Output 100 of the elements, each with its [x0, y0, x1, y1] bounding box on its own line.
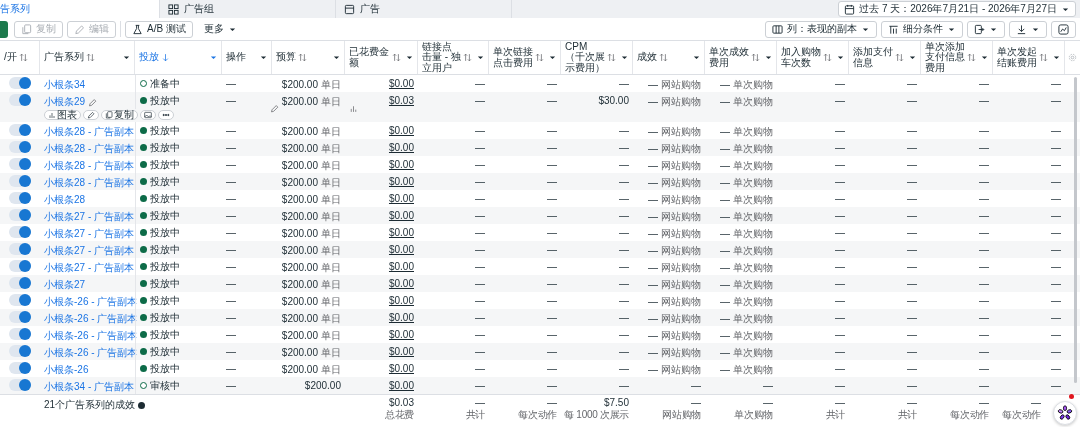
amount-spent[interactable]: $0.00 — [388, 210, 414, 221]
amount-spent[interactable]: $0.00 — [388, 125, 414, 136]
caret-icon[interactable] — [764, 53, 773, 62]
table-row[interactable]: 小根条34 - 广告副本 审核中 — $200.00 $0.00 — — — — — — — — — — [0, 377, 1080, 394]
create-button[interactable] — [0, 20, 8, 38]
toggle-switch[interactable] — [9, 345, 31, 357]
sort-icon[interactable] — [607, 53, 616, 62]
sort-icon[interactable] — [895, 53, 904, 62]
bar-chart-icon[interactable] — [349, 104, 358, 113]
campaign-name-link[interactable]: 小根条-26 — [44, 363, 89, 377]
toolbar-button[interactable]: 细分条件 — [881, 20, 963, 38]
caret-icon[interactable] — [122, 53, 131, 62]
column-header[interactable]: 预算 — [272, 41, 345, 74]
toggle-switch[interactable] — [9, 209, 31, 221]
column-header[interactable]: 单次成效费用 — [705, 41, 777, 74]
amount-spent[interactable]: $0.00 — [388, 278, 414, 289]
toggle-switch[interactable] — [9, 124, 31, 136]
row-action-button[interactable] — [83, 110, 99, 120]
toggle-switch[interactable] — [9, 243, 31, 255]
amount-spent[interactable]: $0.00 — [388, 295, 414, 306]
table-row[interactable]: 小根条29 图表 复制 投放中 — $200.00 单日 $0.03 — — $30.00 — 网站购物 — 单次购物 — — — — — [0, 92, 1080, 122]
toggle-switch[interactable] — [9, 77, 31, 89]
column-header[interactable]: CPM（千次展示费用） — [561, 41, 633, 74]
amount-spent[interactable]: $0.00 — [388, 380, 414, 391]
toggle-switch[interactable] — [9, 94, 31, 106]
toggle-switch[interactable] — [9, 294, 31, 306]
tab[interactable]: 广告 — [336, 0, 512, 18]
campaign-name-link[interactable]: 小根条28 — [44, 193, 86, 207]
campaign-name-link[interactable]: 小根条27 - 广告副本 — [44, 244, 134, 258]
amount-spent[interactable]: $0.00 — [388, 329, 414, 340]
caret-icon[interactable] — [259, 53, 268, 62]
amount-spent[interactable]: $0.00 — [388, 261, 414, 272]
column-header[interactable]: 操作 — [222, 41, 272, 74]
sort-icon[interactable] — [535, 53, 544, 62]
toggle-switch[interactable] — [9, 328, 31, 340]
amount-spent[interactable]: $0.00 — [388, 176, 414, 187]
sort-icon[interactable] — [86, 53, 95, 62]
caret-icon[interactable] — [548, 53, 557, 62]
column-header[interactable]: 添加支付信息 — [849, 41, 921, 74]
row-action-button[interactable]: 图表 — [44, 110, 81, 120]
info-icon[interactable] — [138, 401, 146, 409]
sort-icon[interactable] — [463, 53, 472, 62]
toggle-switch[interactable] — [9, 379, 31, 391]
table-row[interactable]: 小根条28 - 广告副本 投放中 — $200.00 单日 $0.00 — — — — 网站购物 — 单次购物 — — — — — [0, 139, 1080, 156]
amount-spent[interactable]: $0.00 — [388, 193, 414, 204]
campaign-name-link[interactable]: 小根条28 - 广告副本 — [44, 142, 134, 156]
toggle-switch[interactable] — [9, 158, 31, 170]
column-header[interactable]: 已花费金额 — [345, 41, 418, 74]
campaign-name-link[interactable]: 小根条27 - 广告副本 — [44, 261, 134, 275]
date-range-button[interactable]: 过去 7 天：2026年7月21日 - 2026年7月27日 — [838, 1, 1076, 17]
sort-icon[interactable] — [18, 53, 28, 62]
column-header[interactable]: 单次添加支付信息费用 — [921, 41, 993, 74]
amount-spent[interactable]: $0.03 — [388, 95, 414, 106]
pencil-icon[interactable] — [269, 104, 279, 113]
toolbar-button[interactable] — [1051, 20, 1076, 38]
column-header[interactable]: /开 — [0, 41, 40, 74]
sort-icon[interactable] — [659, 53, 668, 62]
table-row[interactable]: 小根条28 - 广告副本 投放中 — $200.00 单日 $0.00 — — — — 网站购物 — 单次购物 — — — — — [0, 173, 1080, 190]
campaign-name-link[interactable]: 小根条29 — [44, 95, 86, 109]
tab[interactable]: 广告组 — [160, 0, 336, 18]
sort-icon[interactable] — [392, 53, 401, 62]
sort-icon[interactable] — [751, 53, 760, 62]
caret-icon[interactable] — [980, 53, 989, 62]
toolbar-button[interactable]: A/B 测试 — [125, 20, 193, 38]
campaign-name-link[interactable]: 小根条34 — [44, 78, 86, 92]
column-header[interactable]: 成效 — [633, 41, 705, 74]
caret-icon[interactable] — [476, 53, 485, 62]
caret-icon[interactable] — [1052, 53, 1061, 62]
toolbar-button[interactable]: 列：表现的副本 — [765, 20, 877, 38]
column-header[interactable]: 投放 — [135, 41, 222, 74]
caret-icon[interactable] — [836, 53, 845, 62]
column-header[interactable]: 单次链接点击费用 — [489, 41, 561, 74]
amount-spent[interactable]: $0.00 — [388, 346, 414, 357]
toggle-switch[interactable] — [9, 141, 31, 153]
toggle-switch[interactable] — [9, 260, 31, 272]
sort-icon[interactable] — [298, 53, 307, 62]
assistant-button[interactable] — [1053, 401, 1077, 425]
toggle-switch[interactable] — [9, 311, 31, 323]
column-header[interactable]: 单次发起结账费用 — [993, 41, 1065, 74]
amount-spent[interactable]: $0.00 — [388, 312, 414, 323]
caret-icon[interactable] — [332, 53, 341, 62]
campaign-name-link[interactable]: 小根条27 - 广告副本 — [44, 210, 134, 224]
toggle-switch[interactable] — [9, 226, 31, 238]
amount-spent[interactable]: $0.00 — [388, 363, 414, 374]
caret-icon[interactable] — [692, 53, 701, 62]
campaign-name-link[interactable]: 小根条28 - 广告副本 — [44, 159, 134, 173]
sort-icon[interactable] — [823, 53, 832, 62]
row-action-button[interactable]: 复制 — [101, 110, 138, 120]
arrow-down-icon[interactable] — [161, 53, 170, 62]
column-header[interactable]: 加入购物车次数 — [777, 41, 849, 74]
table-row[interactable]: 小根条27 投放中 — $200.00 单日 $0.00 — — — — 网站购物 — 单次购物 — — — — — [0, 275, 1080, 292]
campaign-name-link[interactable]: 小根条28 - 广告副本 — [44, 176, 134, 190]
sort-icon[interactable] — [1039, 53, 1048, 62]
row-action-button[interactable] — [140, 110, 156, 120]
column-header[interactable]: 链接点击量 - 独立用户 — [418, 41, 489, 74]
amount-spent[interactable]: $0.00 — [388, 78, 414, 89]
toggle-switch[interactable] — [9, 362, 31, 374]
caret-icon[interactable] — [405, 53, 414, 62]
column-header[interactable]: 广告系列 — [40, 41, 135, 74]
caret-icon[interactable] — [908, 53, 917, 62]
